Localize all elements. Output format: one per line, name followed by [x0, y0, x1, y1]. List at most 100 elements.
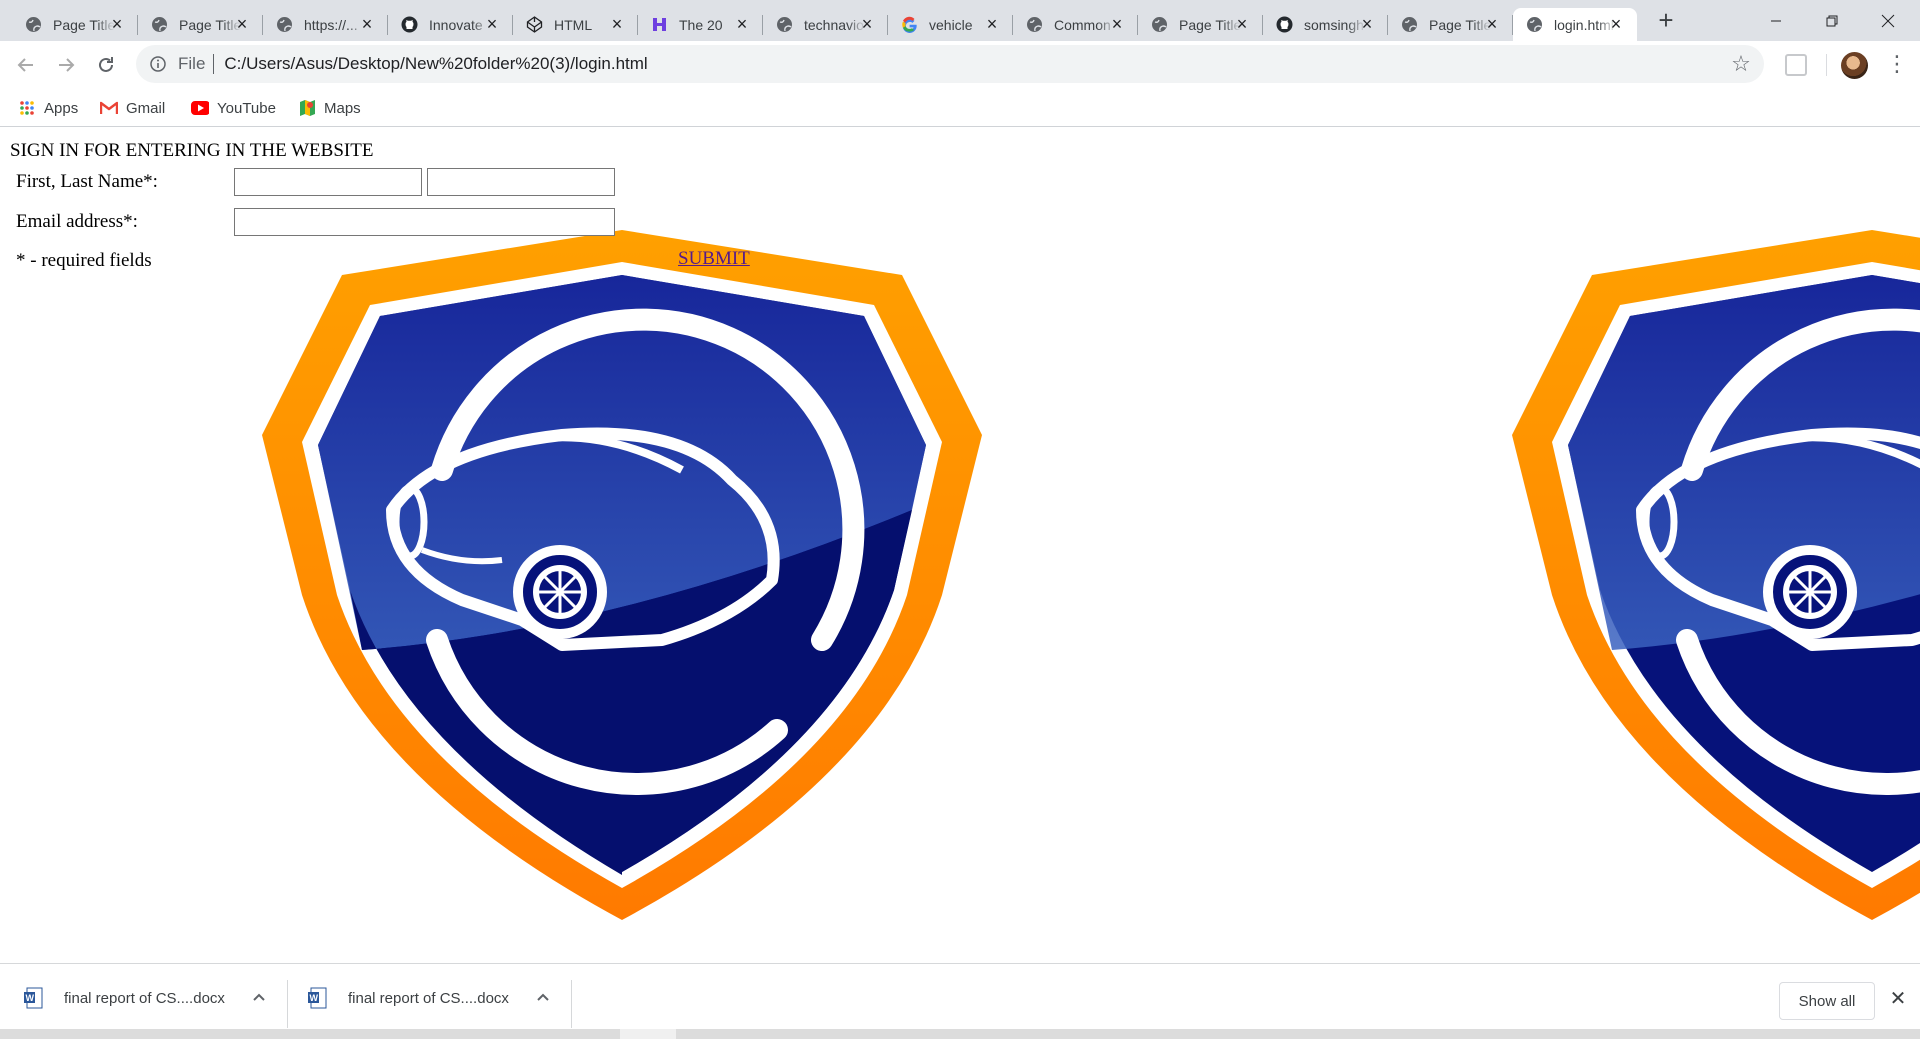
close-tab-icon[interactable]: × — [1106, 13, 1128, 35]
tab-3[interactable]: https://... × — [263, 8, 388, 41]
new-tab-button[interactable]: + — [1650, 7, 1682, 34]
maps-icon — [298, 99, 316, 117]
bookmark-star-icon[interactable]: ☆ — [1730, 53, 1752, 75]
page-viewport: SIGN IN FOR ENTERING IN THE WEBSITE Firs… — [0, 128, 1920, 963]
globe-icon — [775, 15, 794, 34]
close-tab-icon[interactable]: × — [1231, 13, 1253, 35]
tab-2[interactable]: Page Title × — [138, 8, 263, 41]
tab-1[interactable]: Page Title × — [12, 8, 138, 41]
tab-strip: Page Title × Page Title × https://... × Innova… — [0, 0, 1920, 41]
download-item[interactable]: W final report of CS....docx — [308, 976, 549, 1020]
globe-icon — [1400, 15, 1419, 34]
info-icon[interactable] — [148, 54, 168, 74]
url-text[interactable]: C:/Users/Asus/Desktop/New%20folder%20(3)… — [224, 54, 647, 74]
tab-8[interactable]: vehicle × — [888, 8, 1013, 41]
globe-icon — [150, 15, 169, 34]
chevron-up-icon[interactable] — [532, 986, 554, 1008]
tab-12[interactable]: Page Title × — [1388, 8, 1513, 41]
bookmark-maps[interactable]: Maps — [298, 95, 361, 121]
car-shield-logo — [1512, 230, 1920, 920]
name-label: First, Last Name*: — [16, 171, 158, 192]
tab-9[interactable]: Common × — [1013, 8, 1138, 41]
browser-toolbar: File C:/Users/Asus/Desktop/New%20folder%… — [0, 41, 1920, 89]
gmail-icon — [100, 99, 118, 117]
close-tab-icon[interactable]: × — [856, 13, 878, 35]
forward-button[interactable] — [50, 49, 82, 81]
bookmark-label: YouTube — [217, 99, 276, 117]
tab-5[interactable]: HTML × — [513, 8, 638, 41]
bookmark-apps[interactable]: Apps — [18, 95, 78, 121]
downloads-shelf: W final report of CS....docx W final rep… — [0, 963, 1920, 1029]
address-divider — [213, 54, 215, 74]
toolbar-divider — [1826, 54, 1827, 76]
bookmark-youtube[interactable]: YouTube — [191, 95, 276, 121]
close-tab-icon[interactable]: × — [1356, 13, 1378, 35]
reload-button[interactable] — [90, 49, 122, 81]
tab-10[interactable]: Page Title × — [1138, 8, 1263, 41]
close-tab-icon[interactable]: × — [606, 13, 628, 35]
submit-link[interactable]: SUBMIT — [678, 248, 750, 270]
close-tab-icon[interactable]: × — [1481, 13, 1503, 35]
last-name-input[interactable] — [427, 168, 615, 196]
tab-4[interactable]: Innovate × — [388, 8, 513, 41]
bookmark-label: Apps — [44, 99, 79, 117]
close-icon[interactable]: ✕ — [1887, 988, 1909, 1010]
download-divider — [287, 980, 288, 1028]
word-doc-icon: W — [24, 987, 43, 1009]
reload-icon — [99, 57, 113, 72]
car-shield-logo — [262, 230, 982, 920]
kebab-menu-icon[interactable]: ⋮ — [1886, 49, 1908, 81]
profile-avatar[interactable] — [1841, 52, 1868, 79]
horizontal-scrollbar[interactable] — [0, 1029, 1920, 1039]
scrollbar-thumb[interactable] — [620, 1029, 676, 1039]
close-window-button[interactable] — [1860, 0, 1916, 41]
close-tab-icon[interactable]: × — [731, 13, 753, 35]
codepen-icon — [525, 15, 544, 34]
email-label: Email address*: — [16, 211, 138, 232]
svg-text:W: W — [26, 993, 35, 1003]
tab-6[interactable]: The 20 × — [638, 8, 763, 41]
tab-13[interactable]: login.html × — [1513, 8, 1637, 41]
restore-icon — [1826, 15, 1838, 26]
extension-icon[interactable] — [1785, 54, 1807, 76]
download-item[interactable]: W final report of CS....docx — [24, 976, 265, 1020]
close-tab-icon[interactable]: × — [356, 13, 378, 35]
first-name-input[interactable] — [234, 168, 422, 196]
close-tab-icon[interactable]: × — [981, 13, 1003, 35]
bookmark-label: Maps — [324, 99, 361, 117]
close-icon — [1881, 14, 1895, 27]
close-tab-icon[interactable]: × — [1605, 13, 1627, 35]
hack-icon — [650, 15, 669, 34]
svg-text:W: W — [310, 993, 319, 1003]
github-icon — [400, 15, 419, 34]
show-all-button[interactable]: Show all — [1779, 982, 1875, 1020]
globe-icon — [1025, 15, 1044, 34]
download-filename: final report of CS....docx — [348, 989, 509, 1007]
download-divider — [571, 980, 572, 1028]
address-bar[interactable]: File C:/Users/Asus/Desktop/New%20folder%… — [136, 45, 1764, 83]
close-tab-icon[interactable]: × — [481, 13, 503, 35]
forward-arrow-icon — [59, 58, 75, 72]
globe-icon — [275, 15, 294, 34]
scheme-label: File — [178, 54, 206, 73]
google-icon — [900, 15, 919, 34]
minimize-button[interactable] — [1748, 0, 1804, 41]
close-tab-icon[interactable]: × — [106, 13, 128, 35]
back-button[interactable] — [10, 49, 42, 81]
tab-11[interactable]: somsingh × — [1263, 8, 1388, 41]
email-input[interactable] — [234, 208, 615, 236]
page-heading: SIGN IN FOR ENTERING IN THE WEBSITE — [10, 140, 374, 161]
bookmarks-bar: Apps Gmail YouTube Maps — [0, 89, 1920, 127]
download-filename: final report of CS....docx — [64, 989, 225, 1007]
globe-icon — [24, 15, 43, 34]
apps-grid-icon — [18, 99, 36, 117]
chevron-up-icon[interactable] — [248, 986, 270, 1008]
globe-icon — [1525, 15, 1544, 34]
bookmark-label: Gmail — [126, 99, 166, 117]
bookmark-gmail[interactable]: Gmail — [100, 95, 165, 121]
close-tab-icon[interactable]: × — [231, 13, 253, 35]
required-note: * - required fields — [16, 250, 152, 271]
restore-button[interactable] — [1804, 0, 1860, 41]
github-icon — [1275, 15, 1294, 34]
tab-7[interactable]: technavio × — [763, 8, 888, 41]
